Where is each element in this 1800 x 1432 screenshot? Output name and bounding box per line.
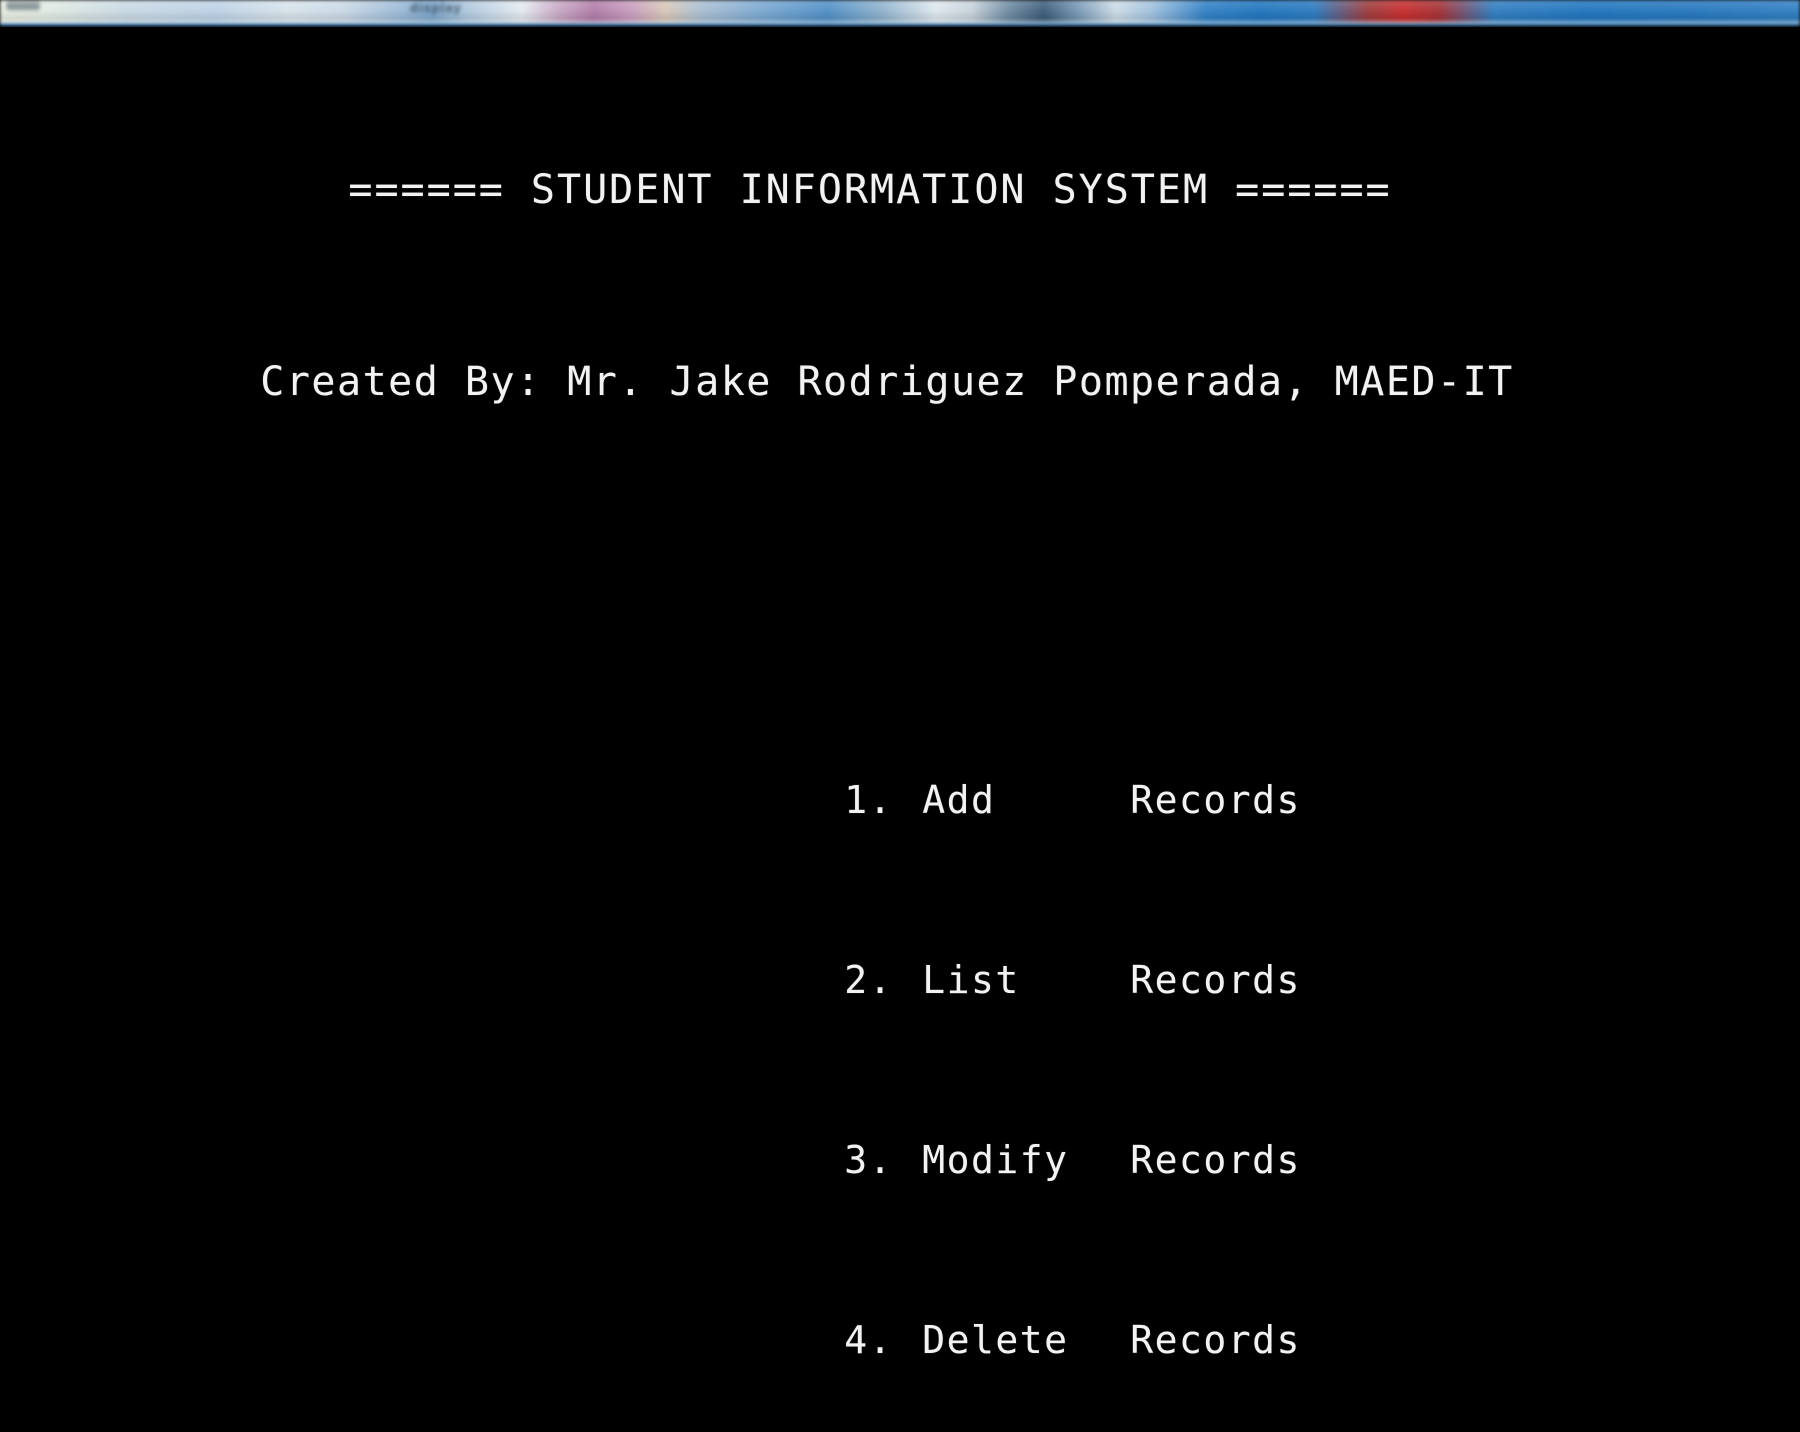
menu-item-object: Records [1130,958,1301,1002]
menu-item-number: 2. [844,958,894,1002]
menu-item-object: Records [1130,1138,1301,1182]
window-title-bar: display [0,0,1800,27]
author-credit: Created By: Mr. Jake Rodriguez Pomperada… [260,359,1514,405]
menu-item-number: 3. [844,1138,894,1182]
menu-item-action: Add [922,778,996,822]
menu-item-number: 4. [844,1318,894,1362]
menu-item-delete-records[interactable]: 4. Delete Records [698,1273,1800,1362]
window-restore-icon[interactable] [6,1,40,10]
menu-item-action: Delete [922,1318,1069,1362]
console-screen[interactable]: ====== STUDENT INFORMATION SYSTEM ======… [0,27,1800,1362]
menu-item-number: 1. [844,778,894,822]
menu-item-object: Records [1130,778,1301,822]
main-menu: 1. Add Records 2. List Records 3. Modify Recor… [0,598,1800,1432]
menu-item-object: Records [1130,1318,1301,1362]
menu-item-add-records[interactable]: 1. Add Records [698,733,1800,822]
window-title-text: display [410,0,462,15]
menu-item-modify-records[interactable]: 3. Modify Records [698,1093,1800,1182]
menu-item-action: Modify [922,1138,1069,1182]
page-title: ====== STUDENT INFORMATION SYSTEM ====== [348,167,1392,213]
menu-item-action: List [922,958,1020,1002]
menu-item-list-records[interactable]: 2. List Records [698,913,1800,1002]
